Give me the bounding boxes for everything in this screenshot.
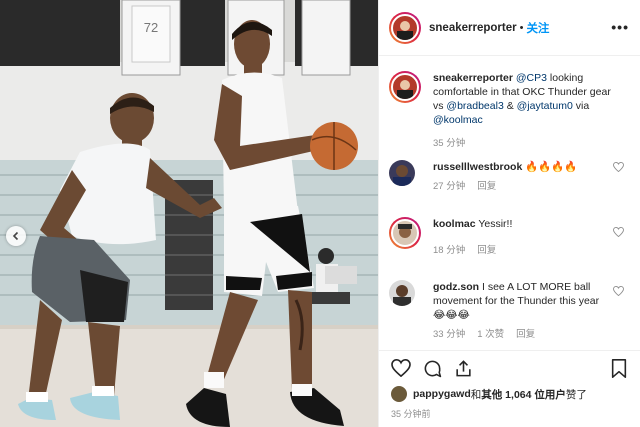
separator-dot: • — [519, 21, 524, 34]
comment-like-heart-icon[interactable] — [613, 227, 624, 237]
post-side-panel: sneakerreporter • 关注 ••• sneakerreporter… — [378, 0, 640, 427]
likes-connector: 和 — [470, 388, 482, 401]
comment-username[interactable]: russelllwestbrook — [433, 161, 522, 173]
author-username[interactable]: sneakerreporter — [429, 22, 517, 34]
post-photo[interactable]: 72 — [0, 0, 378, 427]
comment-like-heart-icon[interactable] — [613, 162, 624, 172]
comment-time[interactable]: 18 分钟 — [433, 245, 465, 256]
caption-avatar[interactable] — [389, 71, 421, 103]
mention-jaytatum0[interactable]: @jaytatum0 — [517, 100, 573, 112]
heart-icon[interactable] — [391, 359, 411, 377]
liker-username[interactable]: pappygawd — [413, 388, 471, 400]
caption-text-and: & — [503, 100, 517, 112]
comment-username[interactable]: godz.son — [433, 281, 479, 293]
comment-text: Yessir!! — [478, 218, 513, 230]
commenter-avatar[interactable] — [389, 280, 415, 306]
commenter-avatar[interactable] — [389, 217, 421, 249]
share-icon[interactable] — [454, 359, 473, 378]
reply-button[interactable]: 回复 — [516, 329, 535, 340]
caption-time[interactable]: 35 分钟 — [433, 138, 465, 149]
comment-like-heart-icon[interactable] — [613, 286, 624, 296]
bookmark-icon[interactable] — [611, 359, 627, 378]
comment-username[interactable]: koolmac — [433, 218, 476, 230]
basketball-photo: 72 — [0, 0, 378, 427]
likes-others[interactable]: 其他 1,064 位用户 — [481, 387, 566, 402]
comment-time[interactable]: 33 分钟 — [433, 329, 465, 340]
more-icon[interactable]: ••• — [611, 20, 629, 34]
svg-text:72: 72 — [144, 20, 158, 35]
post-header: sneakerreporter • 关注 ••• — [379, 0, 640, 56]
comment-text: 🔥🔥🔥🔥 — [525, 161, 578, 173]
mention-koolmac[interactable]: @koolmac — [433, 114, 483, 126]
comments-list: sneakerreporter @CP3 looking comfortable… — [379, 57, 640, 348]
mention-cp3[interactable]: @CP3 — [516, 72, 547, 84]
prev-image-button[interactable] — [6, 226, 26, 246]
chevron-left-icon — [12, 231, 19, 241]
likes-suffix: 赞了 — [565, 388, 587, 401]
caption-username[interactable]: sneakerreporter — [433, 72, 513, 84]
liker-avatar[interactable] — [391, 386, 407, 402]
action-bar — [379, 350, 640, 386]
comment-likes[interactable]: 1 次赞 — [477, 329, 504, 340]
comment-icon[interactable] — [423, 359, 442, 378]
reply-button[interactable]: 回复 — [477, 245, 496, 256]
commenter-avatar[interactable] — [389, 160, 415, 186]
reply-button[interactable]: 回复 — [477, 181, 496, 192]
comment-time[interactable]: 27 分钟 — [433, 181, 465, 192]
author-avatar[interactable] — [389, 11, 421, 44]
likes-summary: pappygawd 和 其他 1,064 位用户 赞了 — [391, 386, 587, 402]
follow-button[interactable]: 关注 — [526, 20, 549, 36]
mention-bradbeal3[interactable]: @bradbeal3 — [446, 100, 503, 112]
caption-text-via: via — [572, 100, 590, 112]
post-timestamp[interactable]: 35 分钟前 — [391, 407, 431, 420]
